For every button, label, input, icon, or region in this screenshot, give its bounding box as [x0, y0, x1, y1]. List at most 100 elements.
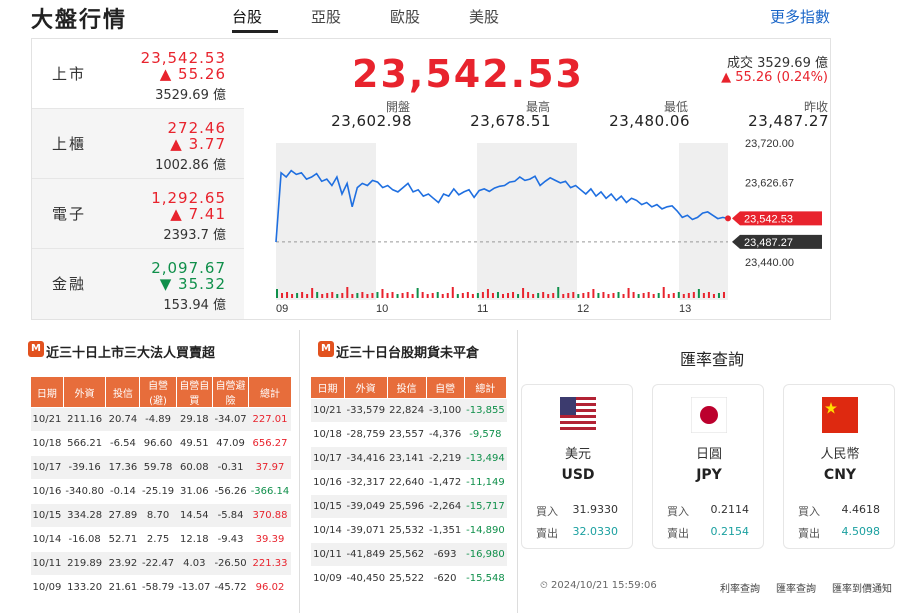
table-cell: 2.75: [139, 527, 177, 552]
intraday-chart: 23,720.00 23,626.67 23,440.00 23,542.53 23,4…: [275, 138, 822, 315]
table-cell: 25,596: [387, 494, 427, 519]
table-cell: -4.89: [139, 407, 177, 432]
table-cell: 8.70: [139, 503, 177, 528]
table-cell: -1,351: [426, 518, 465, 543]
current-price-label: 23,542.53: [744, 213, 793, 225]
table-cell: -41,849: [344, 542, 388, 567]
table-cell: -25.19: [139, 479, 177, 504]
fx-card-usd[interactable]: 美元 USD 買入 31.9330 賣出 32.0330: [521, 384, 633, 549]
table-cell: 10/17: [30, 455, 64, 480]
table-cell: -5.84: [212, 503, 249, 528]
volume-bar: [311, 288, 314, 298]
table-cell: 10/14: [30, 527, 64, 552]
brand-logo-icon: M: [318, 341, 334, 357]
table-cell: -39,071: [344, 518, 388, 543]
table-cell: 10/09: [310, 566, 345, 591]
y-tick-label: 23,720.00: [745, 138, 794, 150]
fx-card-cny[interactable]: 人民幣 CNY 買入 4.4618 賣出 4.5098: [783, 384, 895, 549]
volume-bar: [441, 294, 444, 298]
volume-bar: [617, 292, 620, 298]
table-cell: 20.74: [105, 407, 140, 432]
volume-bar: [707, 292, 710, 298]
brand-logo-icon: M: [28, 341, 44, 357]
volume-bar: [572, 292, 575, 298]
volume-bar: [517, 294, 520, 298]
table-cell: -13.07: [176, 575, 213, 600]
fx-title: 匯率查詢: [680, 350, 745, 369]
volume-bar: [682, 294, 685, 298]
volume-bar: [496, 292, 499, 298]
fx-buy-label: 買入: [667, 505, 689, 518]
chart-hour-band: [679, 143, 728, 300]
table-header-2: 投信: [105, 376, 141, 408]
volume-bar: [416, 288, 419, 298]
table-cell: -620: [426, 566, 465, 591]
table-cell: 23,557: [387, 422, 427, 447]
table-cell: 10/18: [30, 431, 64, 456]
volume-bar: [587, 292, 590, 298]
volume-bar: [692, 292, 695, 298]
fx-buy-label: 買入: [798, 505, 820, 518]
volume-bar: [391, 292, 394, 298]
volume-bar: [491, 293, 494, 298]
inst-table: 日期 外資 投信 自營(避) 自營自買 自營避險 總計 10/21 211.16 20.74 -4.…: [30, 376, 292, 600]
volume-bar: [662, 287, 665, 298]
fx-timestamp-value: 2024/10/21 15:59:06: [550, 580, 657, 591]
chart-hour-band: [477, 143, 577, 300]
volume-bar: [436, 292, 439, 298]
table-header-3: 自營: [425, 376, 465, 399]
table-row: 10/18 566.21 -6.54 96.60 49.51 47.09 656.27: [30, 431, 292, 456]
fx-code: JPY: [696, 467, 722, 483]
volume-bar: [542, 292, 545, 298]
inst-card-title[interactable]: 近三十日上市三大法人買賣超: [46, 342, 215, 361]
table-header-1: 外資: [62, 376, 107, 408]
table-cell: 47.09: [212, 431, 249, 456]
fx-sell-label: 賣出: [798, 527, 820, 540]
fx-query-link[interactable]: 匯率查詢: [776, 580, 816, 595]
table-cell: -1,472: [426, 470, 465, 495]
table-row: 10/17 -34,416 23,141 -2,219 -13,494: [310, 446, 507, 471]
volume-bar: [527, 292, 530, 298]
volume-bar: [306, 294, 309, 298]
volume-bar: [632, 292, 635, 298]
volume-bar: [652, 294, 655, 298]
table-cell: -0.14: [105, 479, 140, 504]
volume-bar: [326, 293, 329, 298]
table-cell: 22,640: [387, 470, 427, 495]
table-cell: -13,855: [464, 398, 507, 423]
volume-bar: [532, 294, 535, 298]
fx-card-jpy[interactable]: 日圓 JPY 買入 0.2114 賣出 0.2154: [652, 384, 764, 549]
table-header-3: 自營(避): [139, 376, 177, 408]
table-cell: -14,890: [464, 518, 507, 543]
cn-flag-icon: [822, 397, 858, 433]
table-cell: 31.06: [176, 479, 213, 504]
table-row: 10/11 -41,849 25,562 -693 -16,980: [310, 542, 507, 567]
fut-table: 日期 外資 投信 自營 總計 10/21 -33,579 22,824 -3,100 -13,85…: [310, 376, 508, 591]
volume-bar: [371, 293, 374, 298]
volume-bar: [537, 293, 540, 298]
volume-bar: [512, 292, 515, 298]
fut-card-title[interactable]: 近三十日台股期貨未平倉: [336, 342, 479, 361]
volume-bar: [582, 293, 585, 298]
volume-bar: [351, 294, 354, 298]
fx-alert-link[interactable]: 匯率到價通知: [832, 580, 892, 595]
volume-bar: [667, 294, 670, 298]
volume-bar: [361, 292, 364, 298]
volume-bar: [481, 292, 484, 298]
table-row: 10/09 133.20 21.61 -58.79 -13.07 -45.72 96.02: [30, 575, 292, 600]
current-point: [725, 215, 731, 222]
volume-bar: [461, 293, 464, 298]
table-header-4: 自營自買: [175, 376, 213, 408]
table-cell: -40,450: [344, 566, 388, 591]
volume-bar: [316, 292, 319, 298]
table-cell: 25,532: [387, 518, 427, 543]
table-cell: 52.71: [105, 527, 140, 552]
volume-bar: [396, 294, 399, 298]
chart-background: [276, 143, 728, 300]
volume-bar: [336, 294, 339, 298]
volume-bar: [486, 289, 489, 298]
table-cell: -9.43: [212, 527, 249, 552]
table-cell: 29.18: [176, 407, 213, 432]
table-cell: 10/15: [310, 494, 345, 519]
rate-query-link[interactable]: 利率查詢: [720, 580, 760, 595]
